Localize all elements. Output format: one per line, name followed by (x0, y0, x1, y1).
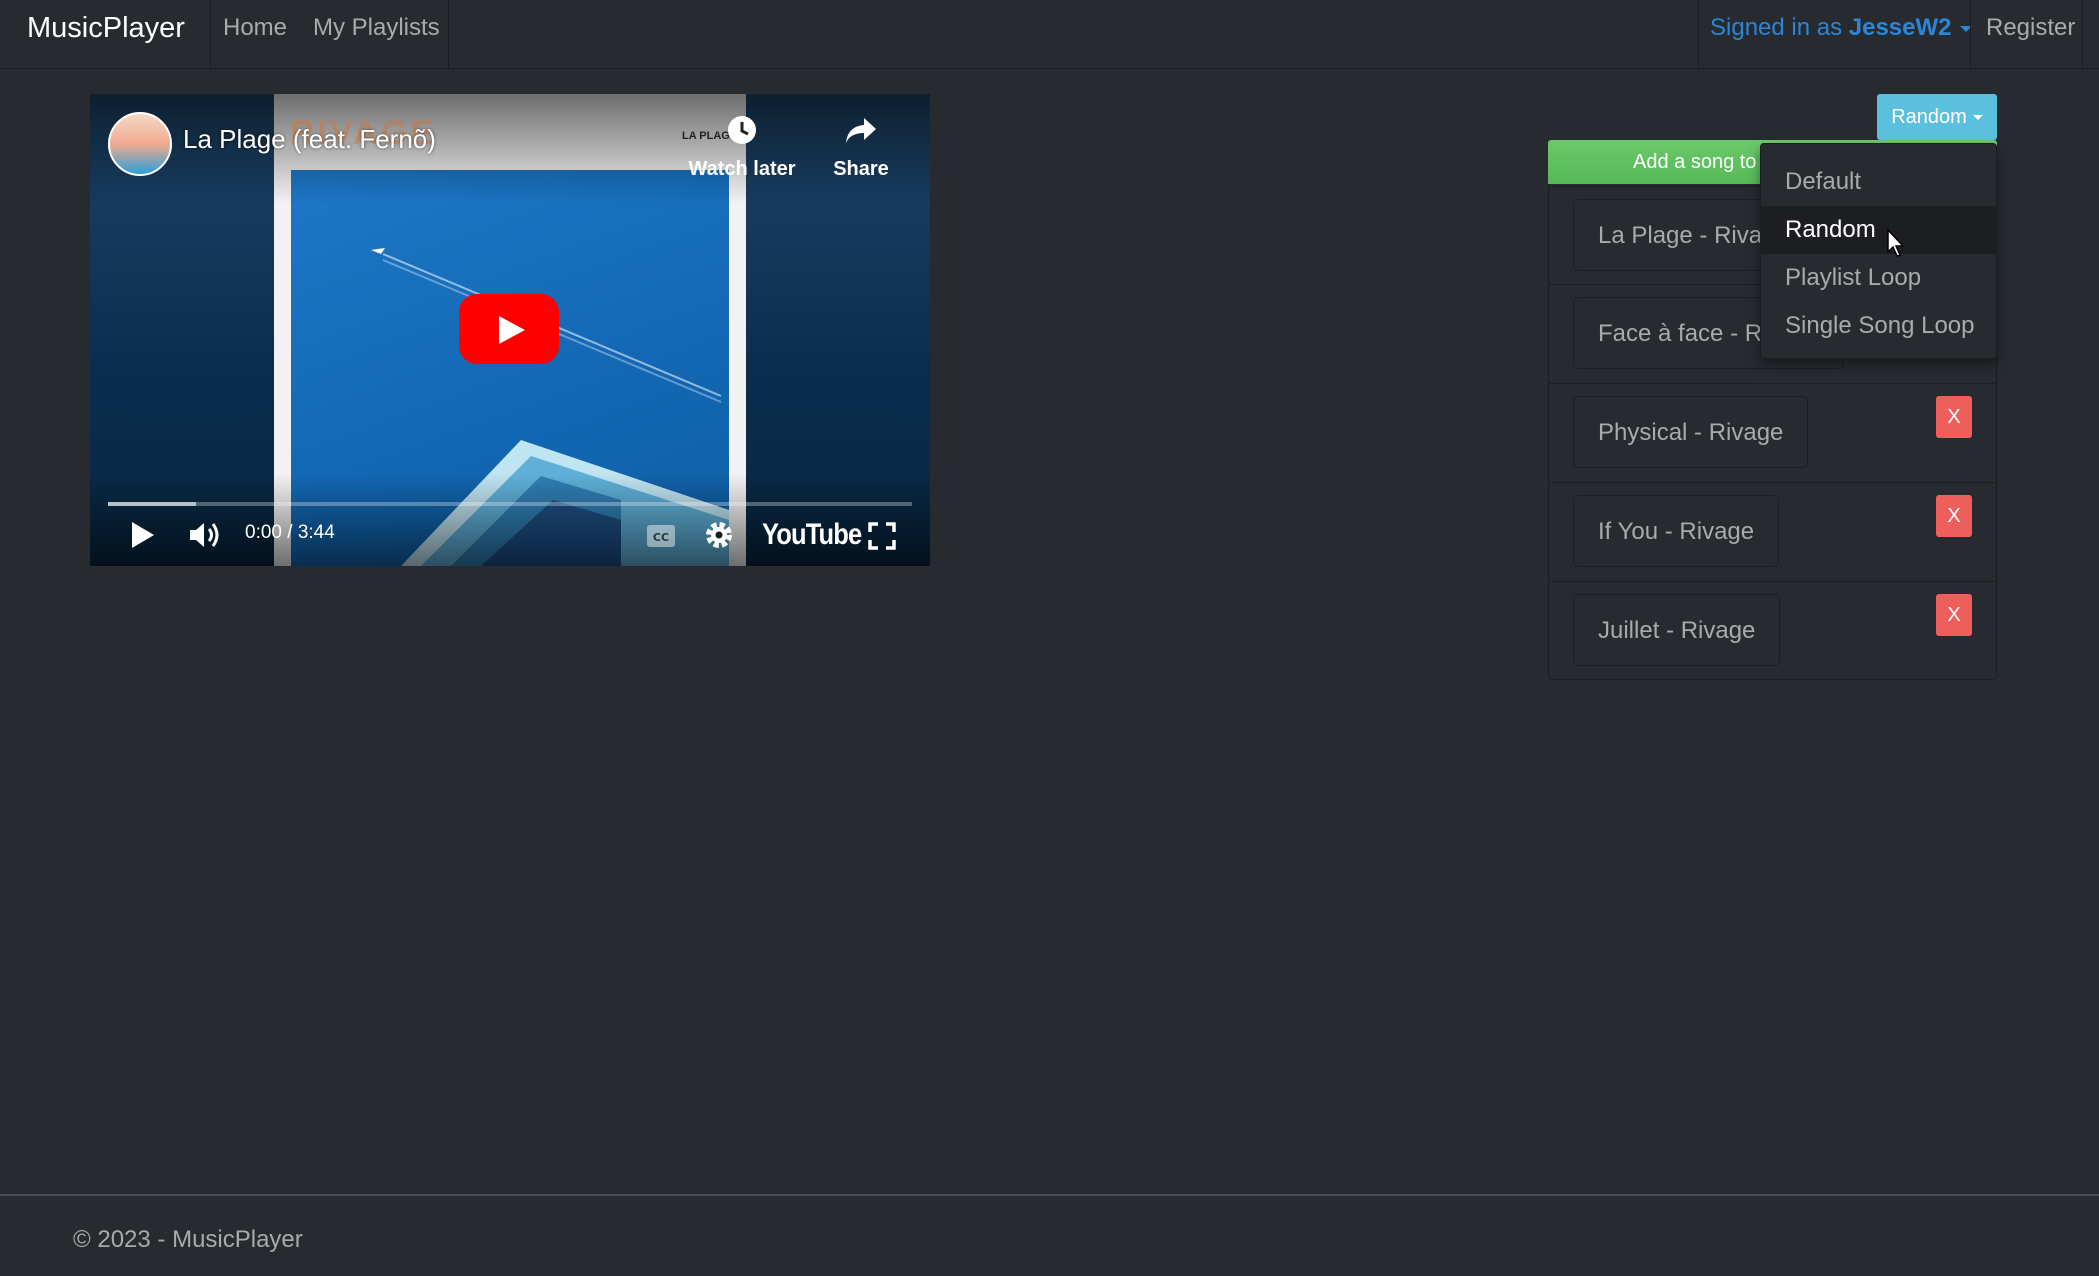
captions-button[interactable]: CC (646, 524, 676, 553)
song-button[interactable]: Juillet - Rivage (1573, 594, 1781, 666)
register-link[interactable]: Register (1986, 0, 2075, 56)
video-progress-bar[interactable] (108, 502, 912, 506)
mute-button[interactable] (188, 520, 222, 555)
watch-later-button[interactable]: Watch later (682, 114, 802, 181)
mode-option-single-song-loop[interactable]: Single Song Loop (1761, 302, 1996, 350)
nav-home-link[interactable]: Home (223, 0, 287, 56)
mode-option-playlist-loop[interactable]: Playlist Loop (1761, 254, 1996, 302)
svg-text:CC: CC (653, 531, 669, 544)
youtube-logo[interactable]: YouTube (762, 518, 862, 552)
nav-divider (1698, 0, 1699, 68)
playback-mode-menu: Default Random Playlist Loop Single Song… (1760, 143, 1997, 359)
remove-song-button[interactable]: X (1936, 495, 1972, 537)
navbar: MusicPlayer Home My Playlists Signed in … (0, 0, 2099, 69)
list-item: Juillet - Rivage X (1549, 581, 1996, 679)
nav-my-playlists-link[interactable]: My Playlists (313, 0, 440, 56)
settings-button[interactable] (704, 520, 734, 555)
share-icon (846, 118, 876, 143)
fullscreen-button[interactable] (868, 522, 896, 555)
song-button[interactable]: If You - Rivage (1573, 495, 1780, 567)
remove-song-button[interactable]: X (1936, 396, 1972, 438)
user-menu-dropdown[interactable]: Signed in as JesseW2 (1710, 0, 1972, 56)
mode-option-default[interactable]: Default (1761, 158, 1996, 206)
youtube-player[interactable]: RIVAGE LA PLAGE La Plage (feat. Fernõ) W… (90, 94, 930, 566)
play-icon (132, 522, 154, 548)
footer-divider (0, 1194, 2099, 1196)
nav-divider (2082, 0, 2083, 68)
list-item: If You - Rivage X (1549, 482, 1996, 580)
settings-icon (706, 522, 732, 548)
chevron-down-icon (1972, 115, 1983, 121)
playback-mode-label: Random (1891, 106, 1967, 128)
video-progress-fill (108, 502, 197, 506)
mode-option-random[interactable]: Random (1761, 206, 1996, 254)
channel-avatar[interactable] (108, 112, 172, 176)
volume-icon (190, 523, 219, 547)
clock-icon (728, 116, 756, 144)
captions-icon: CC (647, 525, 675, 547)
share-label: Share (833, 158, 889, 180)
video-time: 0:00 / 3:44 (245, 522, 335, 543)
nav-divider (210, 0, 211, 68)
footer-copyright: © 2023 - MusicPlayer (73, 1226, 303, 1253)
fullscreen-icon (868, 522, 896, 550)
watch-later-label: Watch later (688, 158, 796, 180)
share-button[interactable]: Share (801, 114, 921, 181)
mouse-cursor-icon (1886, 228, 1906, 263)
nav-divider (448, 0, 449, 68)
play-button-large[interactable] (459, 294, 559, 364)
video-title[interactable]: La Plage (feat. Fernõ) (183, 124, 436, 155)
song-button[interactable]: Physical - Rivage (1573, 396, 1809, 468)
remove-song-button[interactable]: X (1936, 594, 1972, 636)
play-button[interactable] (128, 520, 156, 555)
add-song-label: Add a song to (1633, 151, 1757, 173)
brand-link[interactable]: MusicPlayer (27, 0, 185, 56)
list-item: Physical - Rivage X (1549, 383, 1996, 481)
username: JesseW2 (1848, 14, 1952, 41)
nav-divider (1970, 0, 1971, 68)
playback-mode-dropdown[interactable]: Random (1877, 94, 1997, 140)
user-prefix: Signed in as (1710, 14, 1843, 41)
